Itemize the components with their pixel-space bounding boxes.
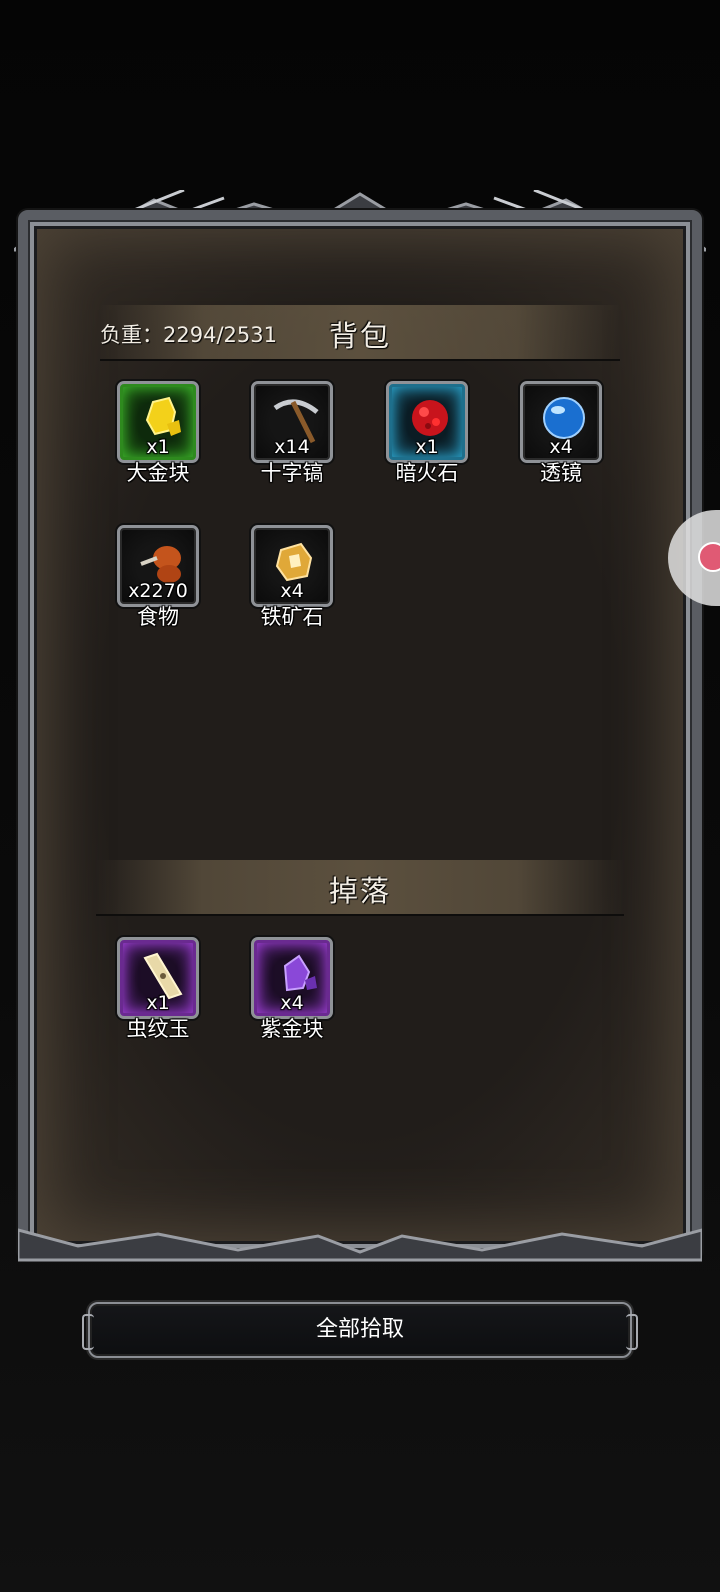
item-frame: x2270	[117, 525, 199, 607]
ornate-crest-bottom	[18, 1228, 702, 1262]
item-name: 铁矿石	[260, 605, 324, 629]
drop-slot-purple-gold-nugget[interactable]: x4 紫金块	[251, 937, 333, 1041]
item-frame: x1	[117, 381, 199, 463]
item-name: 虫纹玉	[126, 1017, 190, 1041]
item-frame: x14	[251, 381, 333, 463]
item-frame: x4	[251, 525, 333, 607]
item-name: 食物	[137, 605, 179, 629]
backpack-title: 背包	[328, 319, 391, 353]
item-slot-food[interactable]: x2270 食物	[117, 525, 199, 629]
item-count: x4	[280, 992, 304, 1014]
item-name: 透镜	[540, 461, 582, 485]
item-frame: x4	[251, 937, 333, 1019]
backpack-header: 负重：2294/2531 背包	[100, 305, 620, 361]
item-count: x1	[146, 436, 170, 458]
drop-slot-bug-pattern-jade[interactable]: x1 虫纹玉	[117, 937, 199, 1041]
screen: 负重：2294/2531 背包 x1 大金块 x14 十字镐 x1 暗火石 x4…	[0, 0, 720, 1592]
item-count: x4	[280, 580, 304, 602]
assistant-icon	[698, 542, 720, 572]
item-name: 十字镐	[260, 461, 324, 485]
pickup-all-button[interactable]: 全部拾取	[82, 1302, 638, 1358]
item-frame: x1	[386, 381, 468, 463]
drops-header: 掉落	[96, 860, 624, 916]
panel-frame	[18, 210, 702, 1260]
item-slot-lens[interactable]: x4 透镜	[520, 381, 602, 485]
item-name: 大金块	[126, 461, 190, 485]
item-slot-iron-ore[interactable]: x4 铁矿石	[251, 525, 333, 629]
item-count: x1	[146, 992, 170, 1014]
item-count: x2270	[128, 580, 188, 602]
item-name: 紫金块	[260, 1017, 324, 1041]
item-slot-dark-fire-stone[interactable]: x1 暗火石	[386, 381, 468, 485]
item-frame: x4	[520, 381, 602, 463]
item-slot-pickaxe[interactable]: x14 十字镐	[251, 381, 333, 485]
item-count: x4	[549, 436, 573, 458]
item-name: 暗火石	[395, 461, 459, 485]
item-count: x1	[415, 436, 439, 458]
drops-title: 掉落	[328, 874, 391, 908]
item-frame: x1	[117, 937, 199, 1019]
item-count: x14	[274, 436, 310, 458]
item-slot-gold-nugget[interactable]: x1 大金块	[117, 381, 199, 485]
